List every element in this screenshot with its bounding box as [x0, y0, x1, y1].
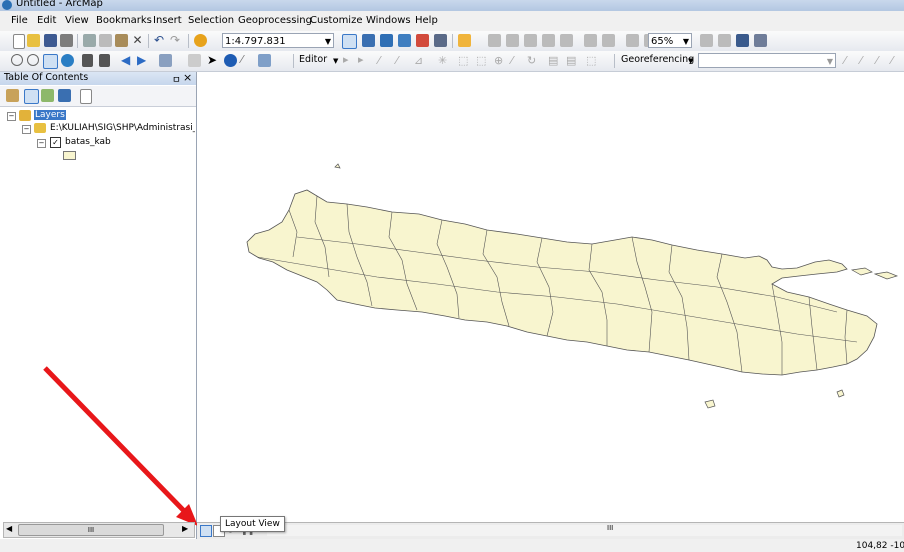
toc-horizontal-scrollbar[interactable]: ◀ III ▶	[3, 522, 195, 538]
map-horizontal-scrollbar[interactable]: III	[267, 524, 902, 536]
layout-view-tooltip: Layout View	[220, 516, 285, 532]
map-bottom-bar: ↻ ❚❚ III	[197, 522, 904, 539]
arrow-shaft	[43, 366, 190, 517]
coordinate-readout: 104,82 -10,7	[856, 541, 904, 551]
data-view-icon[interactable]	[200, 525, 212, 537]
scroll-right-icon[interactable]: ▶	[182, 524, 188, 533]
status-bar: 104,82 -10,7	[0, 539, 904, 552]
annotation-arrow	[43, 366, 198, 526]
map-display[interactable]	[43, 72, 904, 526]
scroll-grip: III	[607, 524, 614, 532]
scroll-thumb[interactable]: III	[18, 524, 164, 536]
scroll-left-icon[interactable]: ◀	[6, 524, 12, 533]
scroll-grip: III	[87, 526, 95, 534]
